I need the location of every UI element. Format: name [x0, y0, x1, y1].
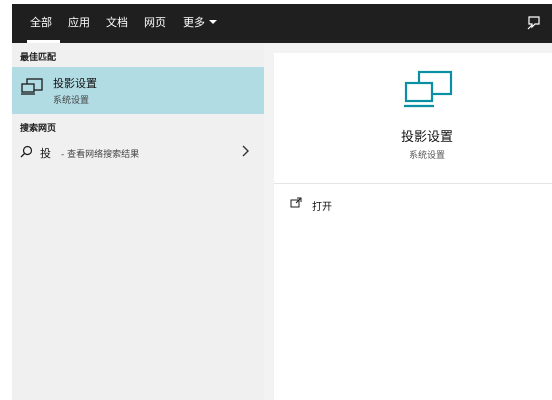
- best-match-result[interactable]: [12, 67, 264, 114]
- tab-more-label: 更多: [183, 16, 205, 29]
- tab-web[interactable]: 网页: [144, 4, 166, 43]
- tab-apps[interactable]: 应用: [68, 4, 90, 43]
- left-edge: [0, 0, 12, 400]
- feedback-icon[interactable]: [526, 15, 542, 31]
- preview-title: 投影设置: [400, 130, 453, 145]
- search-icon: [20, 145, 33, 158]
- web-search-description: - 查看网络搜索结果: [61, 150, 140, 160]
- preview-subtitle: 系统设置: [408, 151, 445, 161]
- display-project-icon: [21, 78, 43, 95]
- chevron-right-icon[interactable]: [240, 145, 250, 157]
- open-icon: [290, 197, 302, 208]
- tab-more[interactable]: 更多: [183, 4, 217, 43]
- chevron-down-icon: [209, 20, 217, 24]
- tab-documents[interactable]: 文档: [106, 4, 128, 43]
- display-project-icon: [404, 70, 453, 108]
- tab-all[interactable]: 全部: [30, 4, 52, 43]
- best-match-subtitle: 系统设置: [53, 96, 90, 106]
- best-match-title: 投影设置: [53, 77, 97, 90]
- web-search-term: 投: [40, 147, 51, 160]
- web-search-header: 搜索网页: [20, 124, 57, 134]
- search-tabs-bar: 全部 应用 文档 网页 更多: [12, 4, 552, 43]
- divider: [274, 183, 552, 184]
- best-match-header: 最佳匹配: [20, 53, 57, 63]
- open-action-label: 打开: [312, 202, 332, 213]
